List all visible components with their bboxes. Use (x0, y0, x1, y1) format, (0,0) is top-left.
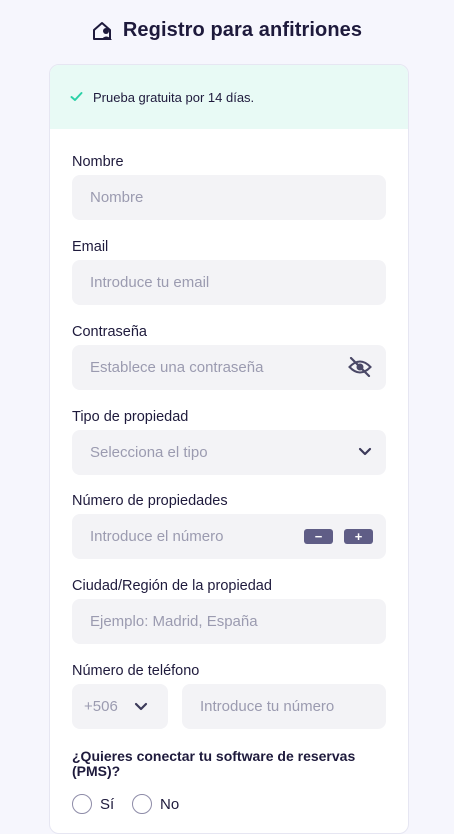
page-title: Registro para anfitriones (122, 19, 363, 41)
phone-input[interactable]: Introduce tu número (182, 684, 386, 729)
tipo-placeholder: Selecciona el tipo (90, 444, 208, 461)
password-label: Contraseña (72, 324, 147, 340)
country-code-select[interactable]: +506 (72, 684, 168, 729)
nombre-placeholder: Nombre (90, 189, 144, 206)
ciudad-input[interactable]: Ejemplo: Madrid, España (72, 599, 386, 644)
page-header: Registro para anfitriones (0, 0, 454, 64)
trial-text: Prueba gratuita por 14 días. (93, 89, 255, 105)
email-input[interactable]: Introduce tu email (72, 260, 386, 305)
country-code-value: +506 (84, 698, 118, 715)
radio-label-no: No (160, 795, 180, 813)
pms-radio-no[interactable]: No (132, 794, 179, 814)
decrement-button[interactable]: − (304, 529, 333, 544)
radio-label-yes: Sí (100, 795, 115, 813)
numero-label: Número de propiedades (72, 493, 228, 509)
header-title-wrap: Registro para anfitriones (92, 19, 362, 42)
trial-banner: Prueba gratuita por 14 días. (50, 65, 408, 129)
check-icon (70, 91, 83, 101)
house-user-icon (92, 21, 112, 40)
phone-placeholder: Introduce tu número (200, 698, 335, 715)
ciudad-placeholder: Ejemplo: Madrid, España (90, 613, 258, 630)
increment-button[interactable]: + (344, 529, 373, 544)
chevron-down-icon (358, 447, 372, 456)
radio-circle-yes[interactable] (72, 794, 92, 814)
pms-radio-yes[interactable]: Sí (72, 794, 114, 814)
ciudad-label: Ciudad/Región de la propiedad (72, 578, 272, 594)
email-placeholder: Introduce tu email (90, 274, 210, 291)
signup-card: Prueba gratuita por 14 días. Nombre Nomb… (49, 64, 409, 834)
password-placeholder: Establece una contraseña (90, 359, 264, 376)
radio-circle-no[interactable] (132, 794, 152, 814)
numero-placeholder: Introduce el número (90, 528, 224, 545)
minus-icon: − (314, 529, 323, 544)
chevron-down-icon (134, 702, 148, 711)
eye-off-icon[interactable] (348, 357, 372, 377)
telefono-label: Número de teléfono (72, 663, 200, 679)
nombre-input[interactable]: Nombre (72, 175, 386, 220)
tipo-select[interactable]: Selecciona el tipo (72, 430, 386, 475)
pms-question: ¿Quieres conectar tu software de reserva… (72, 748, 356, 779)
password-input[interactable]: Establece una contraseña (72, 345, 386, 390)
plus-icon: + (354, 529, 363, 544)
nombre-label: Nombre (72, 154, 124, 170)
numero-input[interactable]: Introduce el número − + (72, 514, 386, 559)
tipo-label: Tipo de propiedad (72, 409, 189, 425)
email-label: Email (72, 239, 109, 255)
